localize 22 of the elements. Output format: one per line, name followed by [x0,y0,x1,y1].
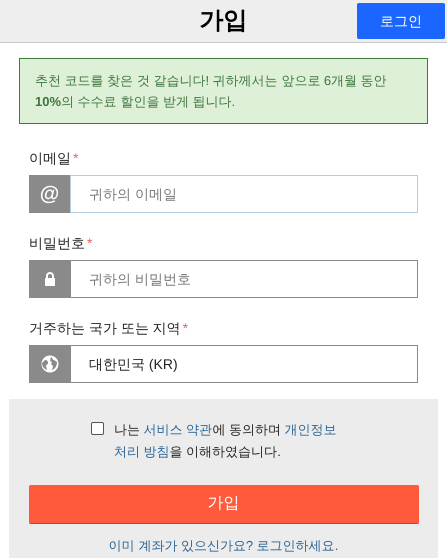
field-label: 이메일 [29,149,71,168]
input-field[interactable]: 귀하의 이메일 [70,175,418,213]
lock-icon [42,271,56,287]
referral-notice: 추천 코드를 찾은 것 같습니다! 귀하께서는 앞으로 6개월 동안 10%의 수수료 할인을 받게 됩니다. [19,58,428,124]
agreement-text: 나는 서비스 약관에 동의하며 개인정보 처리 방침 을 이해하였습니다. [114,421,338,461]
required-mark: * [87,234,92,253]
terms-link[interactable]: 처리 방침 [114,444,170,459]
required-mark: * [73,149,78,168]
at-icon: @ [40,184,60,204]
terms-link[interactable]: 서비스 약관 [144,422,212,437]
input-field[interactable]: 귀하의 비밀번호 [70,260,418,298]
agreement-checkbox[interactable] [91,422,104,435]
field-label: 비밀번호 [29,234,85,253]
login-link[interactable]: 이미 계좌가 있으신가요? 로그인하세요. [108,536,338,556]
field-label: 거주하는 국가 또는 지역 [29,319,181,338]
login-button[interactable]: 로그인 [357,3,445,39]
globe-icon [40,355,58,373]
signup-button[interactable]: 가입 [28,485,418,524]
required-mark: * [182,319,188,338]
page-title: 가입 [200,6,248,36]
terms-link[interactable]: 개인정보 [284,422,336,437]
input-field[interactable]: 대한민국 (KR) [70,345,418,383]
